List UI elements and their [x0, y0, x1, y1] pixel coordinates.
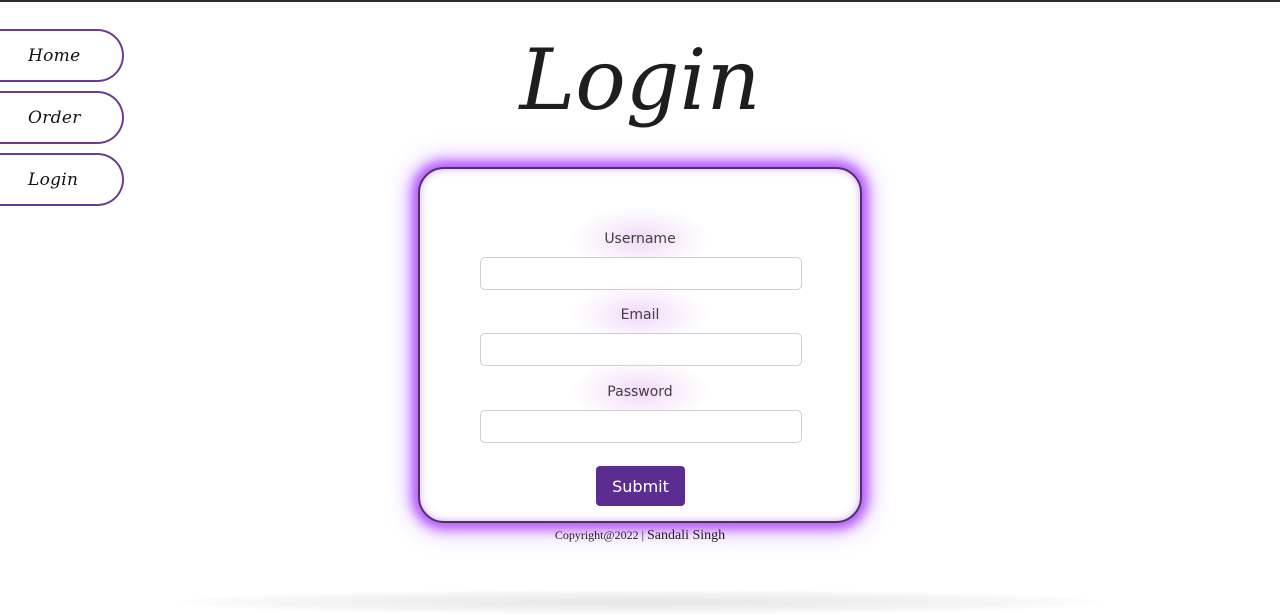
bottom-shadow [180, 590, 1100, 614]
top-border [0, 0, 1280, 2]
footer-author: Sandali Singh [646, 528, 726, 543]
page-title: Login [519, 31, 761, 129]
footer: Copyright@2022 | Sandali Singh [0, 528, 1280, 544]
username-label: Username [604, 231, 676, 247]
footer-copyright: Copyright@2022 | [554, 528, 644, 542]
email-label: Email [620, 307, 660, 323]
nav-item-login[interactable]: Login [0, 153, 124, 206]
login-form-card: Username Email Password Submit [418, 167, 862, 523]
submit-button[interactable]: Submit [596, 466, 685, 506]
password-input[interactable] [480, 410, 802, 443]
nav-item-label: Login [28, 169, 79, 190]
password-label: Password [607, 384, 673, 400]
